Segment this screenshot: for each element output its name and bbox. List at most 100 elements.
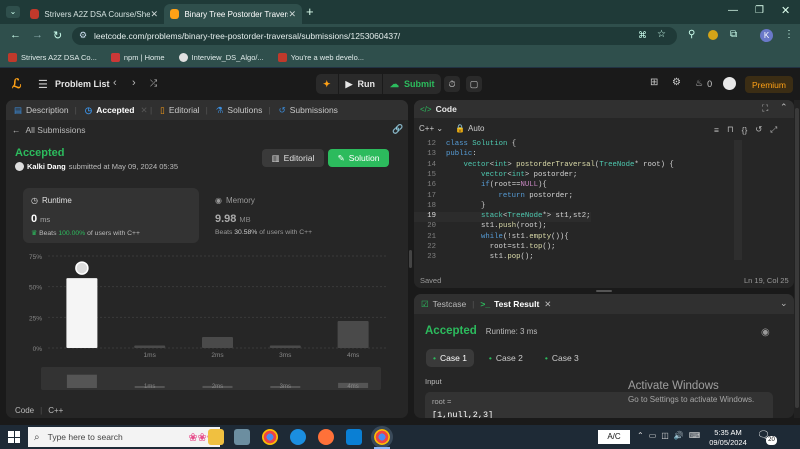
bookmark-icon[interactable]: ⊓ <box>727 124 734 135</box>
language-select[interactable]: C++ ⌄ <box>419 124 443 133</box>
camera-app-icon[interactable] <box>234 429 250 445</box>
extension-badge-icon[interactable] <box>708 30 718 40</box>
ime-indicator[interactable]: A/C <box>598 430 630 444</box>
scrollbar-thumb[interactable] <box>795 108 799 408</box>
new-tab-plus-icon[interactable]: + <box>306 4 314 19</box>
minimize-icon[interactable]: — <box>728 5 738 16</box>
clock-date[interactable]: 09/05/2024 <box>706 438 750 447</box>
tab-search-icon[interactable]: ⌄ <box>6 6 20 18</box>
forward-arrow-icon[interactable]: → <box>32 29 43 41</box>
network-icon[interactable]: ◫ <box>661 431 669 440</box>
expand-icon[interactable]: ⤢ <box>770 124 777 135</box>
volume-icon[interactable]: 🔊 <box>674 431 684 440</box>
premium-button[interactable]: Premium <box>745 76 793 93</box>
coins-counter[interactable]: ♨ 0 <box>695 78 712 89</box>
bookmark-interview[interactable]: Interview_DS_Algo/... <box>178 53 264 62</box>
problem-list-link[interactable]: Problem List <box>55 79 110 89</box>
code-line[interactable]: 13 public: <box>414 150 476 160</box>
case-3-tab[interactable]: • Case 3 <box>538 349 586 367</box>
timer-icon[interactable]: ⏱ <box>444 76 460 92</box>
code-line[interactable]: 15 vector<int> postorder; <box>414 171 577 181</box>
fullscreen-icon[interactable]: ⛶ <box>762 103 768 114</box>
code-line[interactable]: 17 return postorder; <box>414 192 573 202</box>
bookmark-star-icon[interactable]: ☆ <box>657 29 666 40</box>
puzzle-icon[interactable]: ⧉ <box>730 29 737 40</box>
clock-time[interactable]: 5:35 AM <box>706 428 750 437</box>
tab-testcase[interactable]: ☑ Testcase <box>421 299 466 310</box>
tab-strivers[interactable]: Strivers A2Z DSA Course/Sheet ✕ <box>24 4 164 24</box>
tab-binary-tree[interactable]: Binary Tree Postorder Traversal ✕ <box>164 4 302 24</box>
debug-icon[interactable]: ✦ <box>316 74 339 94</box>
mode-select[interactable]: Auto <box>468 124 484 133</box>
url-input[interactable]: ⚙ leetcode.com/problems/binary-tree-post… <box>72 27 677 45</box>
window-close-icon[interactable]: ✕ <box>781 4 790 17</box>
share-link-icon[interactable]: 🔗 <box>392 124 403 135</box>
code-line[interactable]: 22 root=st1.top(); <box>414 243 555 253</box>
tab-solutions[interactable]: ⚗ Solutions | <box>216 105 271 116</box>
author-name[interactable]: Kalki Dang <box>27 162 66 171</box>
editorial-button[interactable]: ▥ Editorial <box>262 149 324 167</box>
menu-kebab-icon[interactable]: ⋮ <box>784 29 794 40</box>
code-line[interactable]: 16 if(root==NULL){ <box>414 181 547 191</box>
code-line[interactable]: 20 st1.push(root); <box>414 222 547 232</box>
profile-avatar[interactable]: K <box>760 29 773 42</box>
runtime-distribution-chart[interactable]: 75% 50% 25% 0% 1ms 2ms 3ms 4ms 1ms 2ms 3ms 4ms <box>6 248 408 393</box>
extension-icon[interactable]: ⚲ <box>688 29 695 40</box>
code-line[interactable]: 23 st1.pop(); <box>414 253 533 263</box>
close-icon[interactable]: ✕ <box>150 9 158 20</box>
back-arrow-icon[interactable]: ← <box>10 29 21 41</box>
tab-submissions[interactable]: ↺ Submissions <box>279 105 338 116</box>
bookmark-web-dev[interactable]: You're a web develo... <box>277 53 364 62</box>
tab-description[interactable]: ▤ Description | <box>14 105 77 116</box>
language-icon[interactable]: ⌨ <box>689 431 701 440</box>
close-icon[interactable]: ✕ <box>544 299 551 310</box>
collapse-icon[interactable]: ⌄ <box>780 298 788 309</box>
reload-icon[interactable]: ↻ <box>53 29 62 42</box>
tab-accepted[interactable]: ◷ Accepted ✕ | <box>85 105 152 116</box>
code-line[interactable]: 12 class Solution { <box>414 140 516 150</box>
horizontal-splitter-handle[interactable] <box>596 290 612 292</box>
windows-start-icon[interactable] <box>8 431 20 443</box>
bookmark-npm[interactable]: npm | Home <box>110 53 165 62</box>
run-button[interactable]: ▶ Run <box>339 74 383 94</box>
reset-icon[interactable]: ↺ <box>755 124 762 135</box>
chevron-up-icon[interactable]: ⌃ <box>637 431 644 440</box>
edge-icon[interactable] <box>290 429 306 445</box>
restore-icon[interactable]: ❐ <box>755 5 764 16</box>
solution-button[interactable]: ✎ Solution <box>328 149 389 167</box>
next-problem-icon[interactable]: › <box>132 77 136 89</box>
user-avatar[interactable] <box>723 77 736 90</box>
case-1-tab[interactable]: • Case 1 <box>426 349 474 367</box>
prev-problem-icon[interactable]: ‹ <box>113 77 117 89</box>
layout-icon[interactable]: ⊞ <box>650 77 658 88</box>
code-line[interactable]: 14 vector<int> postorderTraversal(TreeNo… <box>414 161 674 171</box>
vertical-splitter-handle[interactable] <box>409 250 412 268</box>
chrome-active-icon[interactable] <box>371 426 393 448</box>
site-info-icon[interactable]: ⚙ <box>79 30 87 41</box>
battery-icon[interactable]: ▭ <box>649 431 657 440</box>
case-2-tab[interactable]: • Case 2 <box>482 349 530 367</box>
list-icon[interactable]: ☰ <box>38 78 48 91</box>
braces-icon[interactable]: {} <box>742 125 748 135</box>
code-line[interactable]: 21 while(!st1.empty()){ <box>414 233 568 243</box>
eye-icon[interactable]: ◉ <box>761 327 770 338</box>
format-icon[interactable]: ≡ <box>714 125 719 135</box>
code-line[interactable]: 19 stack<TreeNode*> st1,st2; <box>414 212 591 223</box>
code-line[interactable]: 18 } <box>414 202 485 212</box>
memory-card[interactable]: ◉ Memory 9.98 MB Beats 30.58% of users wit… <box>207 188 387 243</box>
leetcode-logo-icon[interactable]: ℒ <box>12 77 24 91</box>
submit-button[interactable]: ☁ Submit <box>383 74 442 94</box>
all-submissions-link[interactable]: ← All Submissions <box>12 125 86 135</box>
notes-icon[interactable]: ▢ <box>466 76 482 92</box>
firefox-icon[interactable] <box>318 429 334 445</box>
tab-editorial[interactable]: ▯ Editorial | <box>160 105 208 116</box>
close-icon[interactable]: ✕ <box>288 9 296 20</box>
settings-gear-icon[interactable]: ⚙ <box>672 77 681 88</box>
task-view-icon[interactable] <box>208 429 224 445</box>
chrome-icon[interactable] <box>262 429 278 445</box>
runtime-card[interactable]: ◷ Runtime 0 ms ♛ Beats 100.00% of users wit… <box>23 188 199 243</box>
taskbar-search-input[interactable]: ⌕ Type here to search ❀❀❀ <box>28 427 220 447</box>
collapse-icon[interactable]: ⌃ <box>780 102 788 113</box>
tab-test-result[interactable]: >_ Test Result ✕ <box>480 299 551 310</box>
shuffle-icon[interactable]: ⤮ <box>150 78 157 89</box>
